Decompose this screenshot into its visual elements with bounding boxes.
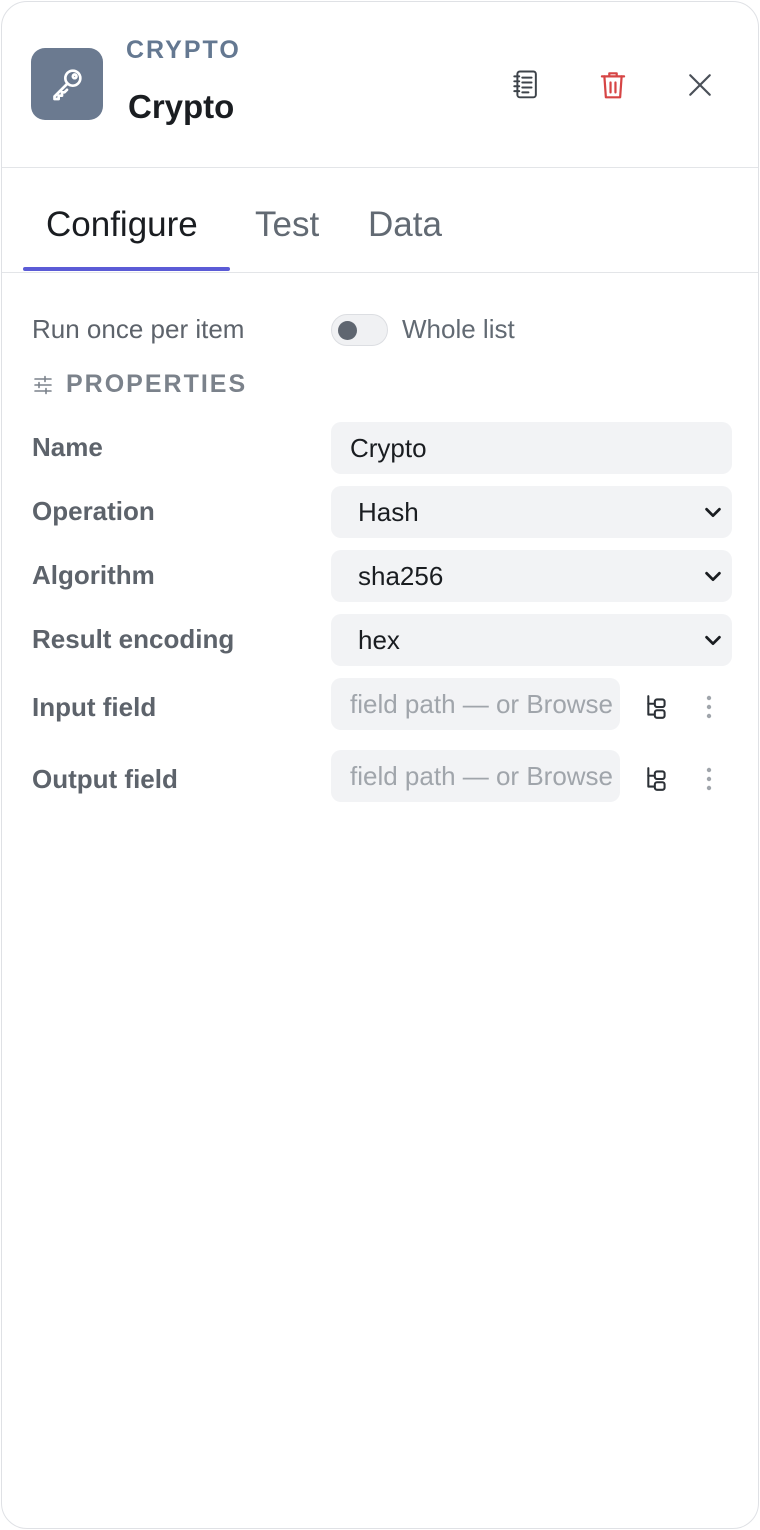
node-type-label: CRYPTO: [126, 36, 241, 64]
key-icon: [53, 69, 82, 101]
output-field-input[interactable]: field path — or Browse: [331, 750, 620, 802]
toggle-knob: [338, 321, 357, 340]
name-input[interactable]: Crypto: [331, 422, 732, 474]
notes-button[interactable]: [505, 64, 547, 106]
sliders-icon: [34, 375, 52, 395]
result-encoding-select[interactable]: hex: [331, 614, 732, 666]
chevron-down-icon: [705, 635, 721, 646]
input-field-placeholder: field path — or Browse: [350, 688, 614, 719]
operation-label: Operation: [32, 496, 155, 526]
close-button[interactable]: [679, 64, 721, 106]
run-mode-label: Run once per item: [32, 314, 245, 344]
algorithm-label: Algorithm: [32, 560, 155, 590]
node-config-panel: CRYPTO Crypto Configure Test Data Run on…: [1, 1, 759, 1529]
result-encoding-label: Result encoding: [32, 624, 235, 654]
output-field-browse-button[interactable]: [640, 762, 674, 796]
output-field-placeholder: field path — or Browse: [350, 760, 614, 791]
tree-browse-icon: [647, 695, 666, 719]
panel-header: CRYPTO Crypto: [2, 2, 758, 168]
input-field-more-button[interactable]: [698, 690, 720, 724]
node-title[interactable]: Crypto: [128, 88, 234, 126]
node-icon: [31, 48, 103, 120]
input-field-input[interactable]: field path — or Browse: [331, 678, 620, 730]
active-tab-indicator: [23, 267, 230, 271]
properties-heading: PROPERTIES: [66, 370, 248, 398]
name-value: Crypto: [350, 432, 427, 463]
input-field-label: Input field: [32, 692, 157, 722]
algorithm-value: sha256: [358, 560, 444, 591]
tab-bar: Configure Test Data: [2, 169, 758, 273]
notes-icon: [513, 70, 537, 99]
more-vertical-icon: [706, 695, 712, 719]
algorithm-select[interactable]: sha256: [331, 550, 732, 602]
whole-list-label: Whole list: [402, 314, 515, 344]
more-vertical-icon: [706, 767, 712, 791]
chevron-down-icon: [705, 507, 721, 518]
chevron-down-icon: [705, 571, 721, 582]
close-icon: [689, 74, 711, 96]
input-field-browse-button[interactable]: [640, 690, 674, 724]
tree-browse-icon: [647, 767, 666, 791]
trash-icon: [600, 72, 626, 99]
tab-data[interactable]: Data: [368, 205, 442, 245]
output-field-label: Output field: [32, 764, 178, 794]
delete-node-button[interactable]: [592, 64, 634, 106]
name-label: Name: [32, 432, 103, 462]
tab-configure[interactable]: Configure: [46, 205, 198, 245]
tab-test[interactable]: Test: [255, 205, 319, 245]
output-field-more-button[interactable]: [698, 762, 720, 796]
operation-select[interactable]: Hash: [331, 486, 732, 538]
operation-value: Hash: [358, 496, 419, 527]
whole-list-toggle[interactable]: [331, 314, 388, 346]
result-encoding-value: hex: [358, 624, 400, 655]
